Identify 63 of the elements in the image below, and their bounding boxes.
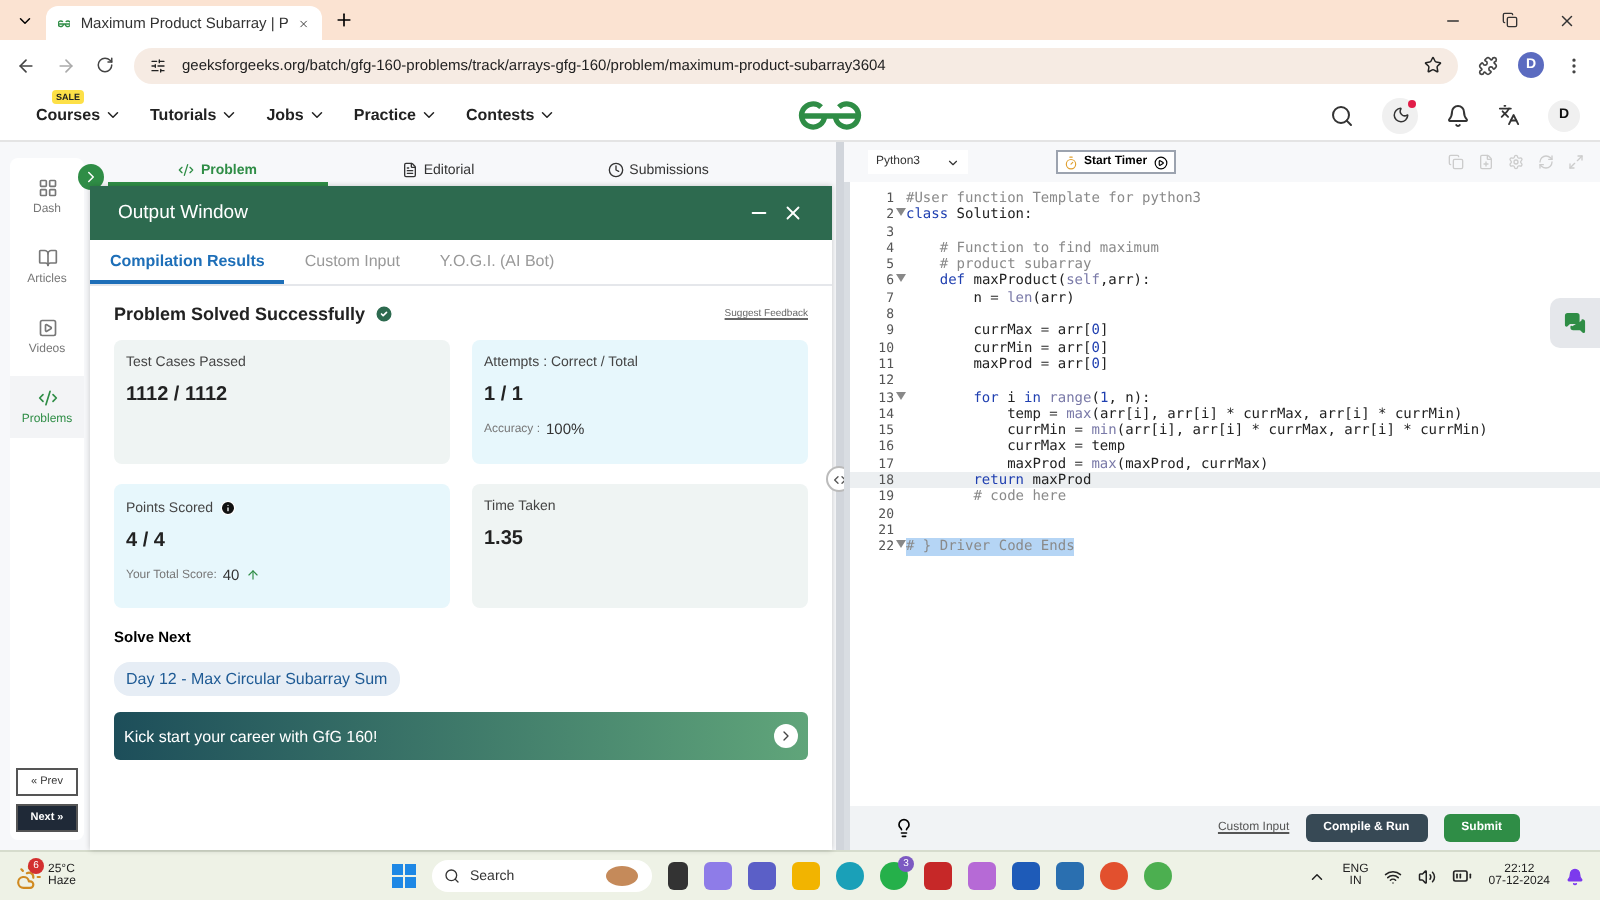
output-tab[interactable]: Compilation Results [90,240,285,284]
card-value: 4 / 4 [126,530,167,552]
chat-icon [1564,312,1586,334]
chevron-down-icon [307,106,326,124]
chevron-down-icon [538,106,557,124]
document-icon [401,162,418,178]
back-icon[interactable] [16,55,36,75]
play-icon [1153,155,1168,169]
timer-icon [1064,155,1078,169]
chat-button[interactable] [1550,298,1600,348]
lightbulb-icon[interactable] [894,818,914,838]
clock-icon [607,162,624,178]
fold-arrow-icon[interactable] [896,208,906,217]
code-icon [37,388,57,408]
info-icon[interactable] [219,500,236,516]
card-value: 1.35 [484,528,525,550]
extensions-icon[interactable] [1478,55,1498,75]
card-value: 1112 / 1112 [126,384,230,406]
chevron-down-icon [946,155,960,169]
video-icon [37,318,57,338]
new-tab-icon[interactable] [334,10,354,30]
book-icon [37,248,57,268]
close-icon[interactable] [1558,11,1576,29]
up-arrow-icon [245,568,260,582]
translate-icon[interactable] [1498,104,1520,126]
promo-banner[interactable]: Kick start your career with GfG 160! [114,712,808,760]
star-icon[interactable] [1424,56,1442,74]
volume-icon[interactable] [1418,867,1437,885]
status-message: Problem Solved Successfully [114,304,366,324]
search-icon[interactable] [1330,103,1354,127]
chevron-down-icon [104,106,123,124]
nav-menu[interactable]: Practice [353,106,439,124]
bell-icon[interactable] [1446,103,1470,127]
app-icon[interactable] [748,862,776,890]
card-value: 1 / 1 [484,384,525,406]
nav-menu[interactable]: Contests [466,106,557,124]
nav-menu[interactable]: Tutorials [150,106,239,124]
fold-arrow-icon[interactable] [896,274,906,283]
chevron-right-icon [82,168,100,186]
site-settings-icon[interactable] [150,57,166,73]
grid-icon [37,178,57,198]
code-icon [178,162,195,178]
app-icon[interactable] [668,862,688,890]
close-icon[interactable] [782,202,804,224]
fold-arrow-icon[interactable] [896,540,906,549]
search-icon [444,868,460,884]
logo-icon [58,17,71,29]
chevron-down-icon [220,106,239,124]
arrows-icon [831,471,847,487]
chevron-down-icon [420,106,439,124]
check-icon [373,304,394,324]
battery-icon[interactable] [1452,866,1473,886]
nav-menu[interactable]: Jobs [266,106,326,124]
restore-icon[interactable] [1502,12,1518,28]
weather-icon[interactable] [16,863,42,889]
window-title: Output Window [118,202,248,224]
wifi-icon[interactable] [1384,867,1403,885]
windows-logo-icon[interactable] [392,864,416,888]
moon-icon[interactable] [1382,97,1418,133]
reload-icon[interactable] [96,56,114,74]
fold-arrow-icon[interactable] [896,391,906,400]
next-problem-chip[interactable]: Day 12 - Max Circular Subarray Sum [114,662,400,696]
logo-icon [798,99,862,131]
